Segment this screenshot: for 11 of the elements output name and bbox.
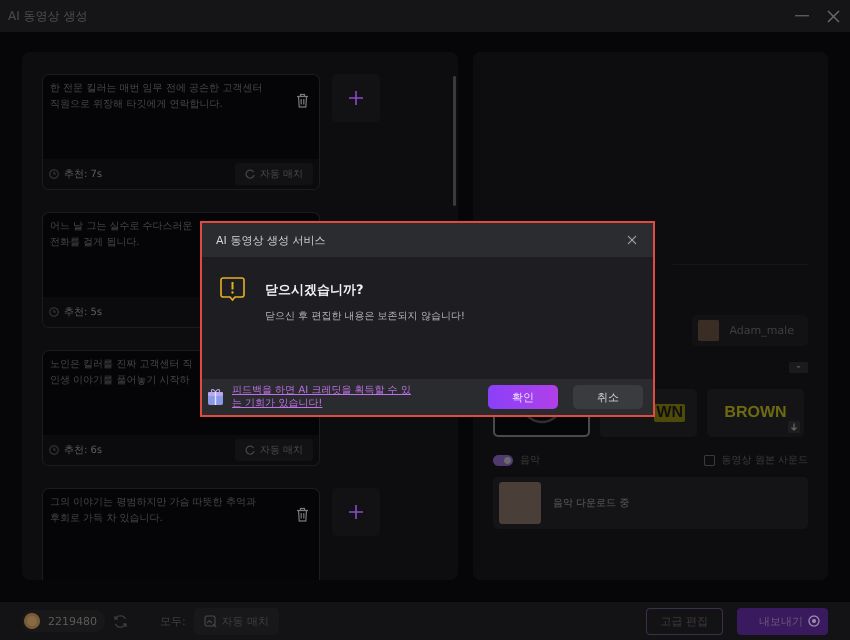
window-title: AI 동영상 생성: [8, 8, 88, 24]
style-label: WN: [654, 404, 685, 422]
credit-count: 2219480: [48, 614, 97, 628]
recommended-duration: 추천: 5s: [64, 306, 102, 319]
dialog-message: 닫으신 후 편집한 내용은 보존되지 않습니다!: [265, 310, 465, 323]
recommended-duration: 추천: 7s: [64, 168, 102, 181]
track-status: 음악 다운로드 중: [553, 497, 630, 510]
dialog-title: AI 동영상 생성 서비스: [216, 232, 326, 248]
dialog-heading: 닫으시겠습니까?: [265, 282, 365, 299]
style-label: BROWN: [724, 404, 787, 422]
recommended-duration: 추천: 6s: [64, 444, 102, 457]
